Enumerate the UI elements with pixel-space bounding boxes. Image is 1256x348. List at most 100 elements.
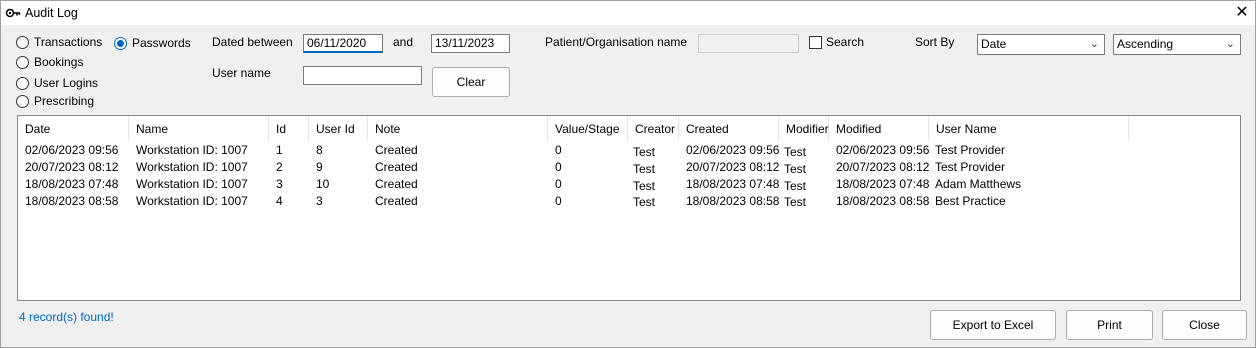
chevron-down-icon: ⌄ [1225,38,1235,50]
close-button[interactable]: Close [1162,310,1247,340]
cell-name: Workstation ID: 1007 [136,160,248,174]
checkbox-box [809,35,822,49]
column-header-created[interactable]: Created [679,116,779,140]
cell-user-id: 9 [316,160,323,174]
cell-modified: 18/08/2023 07:48 [836,177,930,191]
date-to-field[interactable]: 13/11/2023 [431,34,510,53]
title-bar: Audit Log ✕ [1,1,1255,25]
cell-value-stage: 0 [555,194,562,208]
column-header-id[interactable]: Id [269,116,309,140]
user-name-field[interactable] [303,66,422,85]
key-icon [5,8,21,18]
cell-value-stage: 0 [555,143,562,157]
column-header-value-stage[interactable]: Value/Stage [548,116,628,140]
column-header-modifier[interactable]: Modifier [779,116,829,140]
user-name-label: User name [212,66,271,80]
and-label: and [393,35,414,49]
column-header-user-name[interactable]: User Name [929,116,1129,140]
sort-order-select[interactable]: Ascending ⌄ [1113,34,1241,55]
clear-button[interactable]: Clear [432,67,510,97]
cell-name: Workstation ID: 1007 [136,194,248,208]
table-row[interactable]: 18/08/2023 08:58 Workstation ID: 1007 4 … [18,192,1240,209]
table-row[interactable]: 18/08/2023 07:48 Workstation ID: 1007 3 … [18,175,1240,193]
cell-user-id: 8 [316,143,323,157]
cell-id: 1 [276,143,283,157]
table-row[interactable]: 02/06/2023 09:56 Workstation ID: 1007 1 … [18,141,1240,159]
cell-note: Created [375,143,418,157]
cell-creator: Test [633,195,656,209]
window-close-icon[interactable]: ✕ [1233,4,1251,22]
cell-user-name: Test Provider [935,160,1006,174]
cell-creator: Test [633,145,656,159]
cell-value-stage: 0 [555,177,562,191]
table-row[interactable]: 20/07/2023 08:12 Workstation ID: 1007 2 … [18,158,1240,176]
cell-modified: 02/06/2023 09:56 [836,143,930,157]
column-header-modified[interactable]: Modified [829,116,929,140]
patient-org-label: Patient/Organisation name [545,35,688,49]
audit-log-window: Audit Log ✕ Transactions Bookings User L… [0,0,1256,348]
print-button[interactable]: Print [1066,310,1153,340]
cell-created: 18/08/2023 07:48 [686,177,780,191]
cell-modifier: Test [784,179,807,193]
column-header-note[interactable]: Note [368,116,548,140]
cell-user-name: Best Practice [935,194,1006,208]
cell-date: 20/07/2023 08:12 [25,160,119,174]
cell-created: 18/08/2023 08:58 [686,194,780,208]
radio-indicator [16,55,29,69]
column-header-date[interactable]: Date [18,116,129,140]
date-from-field[interactable]: 06/11/2020 [303,34,383,53]
cell-creator: Test [633,179,656,193]
radio-label: Passwords [132,36,191,50]
radio-label: Prescribing [34,94,95,108]
cell-creator: Test [633,162,656,176]
cell-user-id: 3 [316,194,323,208]
records-found-status: 4 record(s) found! [19,310,114,324]
cell-modifier: Test [784,195,807,209]
cell-date: 18/08/2023 07:48 [25,177,119,191]
cell-name: Workstation ID: 1007 [136,143,248,157]
sort-order-value: Ascending [1117,37,1174,51]
cell-modifier: Test [784,162,807,176]
cell-value-stage: 0 [555,160,562,174]
radio-bookings[interactable]: Bookings [16,55,83,69]
cell-date: 02/06/2023 09:56 [25,143,119,157]
radio-indicator [16,76,29,90]
column-header-creator[interactable]: Creator [628,116,679,140]
chevron-down-icon: ⌄ [1089,38,1099,50]
sort-by-label: Sort By [915,35,955,49]
column-header-name[interactable]: Name [129,116,269,140]
cell-modifier: Test [784,145,807,159]
column-header-user-id[interactable]: User Id [309,116,368,140]
cell-note: Created [375,194,418,208]
sort-field-value: Date [981,37,1007,51]
export-to-excel-button[interactable]: Export to Excel [930,310,1056,340]
cell-id: 3 [276,177,283,191]
radio-label: Bookings [34,55,84,69]
cell-user-id: 10 [316,177,330,191]
cell-id: 4 [276,194,283,208]
sort-field-select[interactable]: Date ⌄ [977,34,1105,55]
radio-prescribing[interactable]: Prescribing [16,94,94,108]
radio-indicator [16,94,29,108]
cell-name: Workstation ID: 1007 [136,177,248,191]
cell-created: 20/07/2023 08:12 [686,160,780,174]
cell-created: 02/06/2023 09:56 [686,143,780,157]
patient-org-field[interactable] [698,34,799,53]
radio-indicator [16,35,29,49]
radio-passwords[interactable]: Passwords [114,36,191,50]
search-checkbox[interactable]: Search [809,35,864,49]
radio-indicator-selected [114,36,127,50]
cell-note: Created [375,177,418,191]
radio-label: Transactions [34,35,103,49]
radio-user-logins[interactable]: User Logins [16,76,98,90]
table-header: Date Name Id User Id Note Value/Stage Cr… [18,116,1240,140]
radio-transactions[interactable]: Transactions [16,35,102,49]
window-title: Audit Log [25,6,78,20]
cell-user-name: Test Provider [935,143,1006,157]
cell-modified: 18/08/2023 08:58 [836,194,930,208]
cell-date: 18/08/2023 08:58 [25,194,119,208]
radio-label: User Logins [34,76,99,90]
audit-table[interactable]: Date Name Id User Id Note Value/Stage Cr… [17,115,1241,301]
cell-id: 2 [276,160,283,174]
search-checkbox-label: Search [826,35,865,49]
